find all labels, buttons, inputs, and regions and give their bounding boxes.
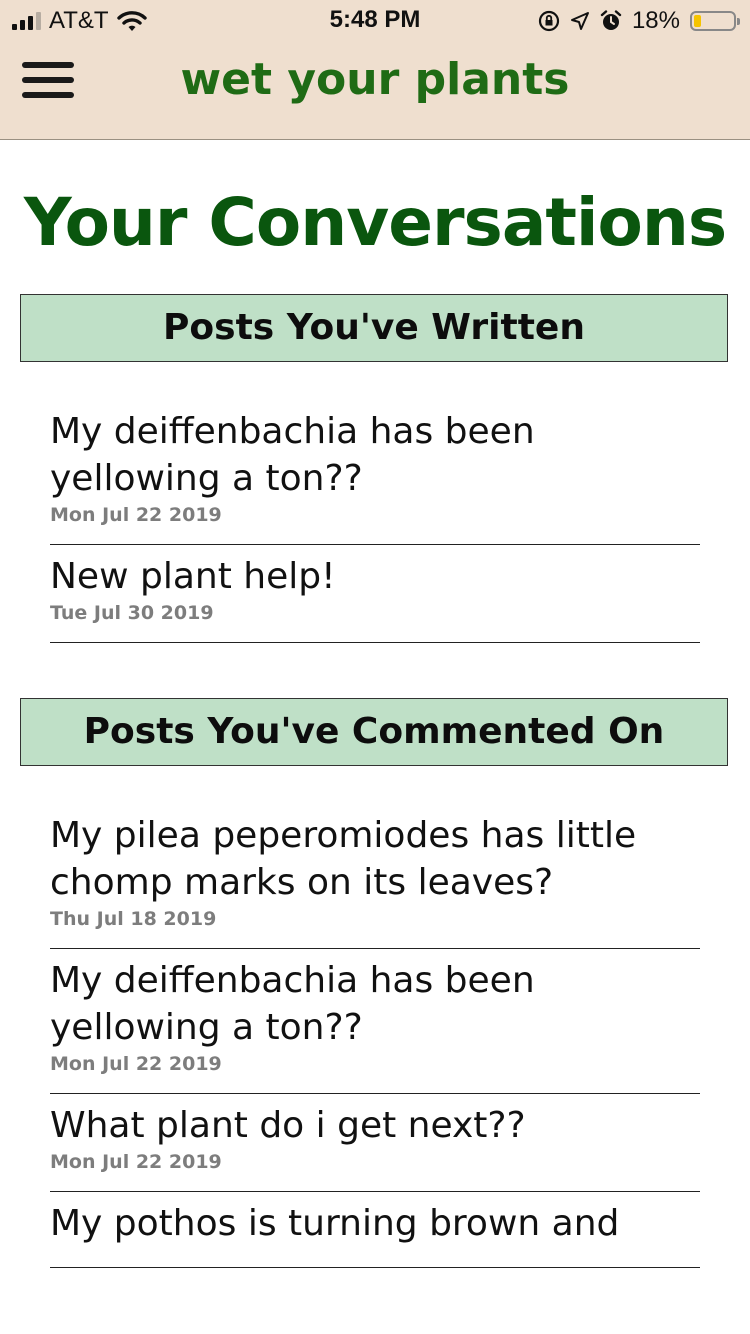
post-item[interactable]: My deiffenbachia has been yellowing a to… xyxy=(50,949,700,1094)
battery-icon xyxy=(690,11,740,31)
location-icon xyxy=(570,12,589,30)
section-header-commented: Posts You've Commented On xyxy=(20,698,728,766)
section-header-written: Posts You've Written xyxy=(20,294,728,362)
post-title: What plant do i get next?? xyxy=(50,1105,526,1146)
battery-level xyxy=(694,15,701,27)
alarm-icon xyxy=(600,10,622,30)
post-item[interactable]: New plant help! Tue Jul 30 2019 xyxy=(50,545,700,643)
orientation-lock-icon xyxy=(538,10,560,32)
post-title: My deiffenbachia has been yellowing a to… xyxy=(50,411,535,499)
page-title: Your Conversations xyxy=(23,184,727,261)
post-title: My pilea peperomiodes has little chomp m… xyxy=(50,815,637,903)
battery-percent: 18% xyxy=(631,7,680,34)
post-item[interactable]: What plant do i get next?? Mon Jul 22 20… xyxy=(50,1094,700,1192)
post-title: My pothos is turning brown and xyxy=(50,1203,620,1244)
post-item[interactable]: My pothos is turning brown and xyxy=(50,1192,700,1268)
post-title: My deiffenbachia has been yellowing a to… xyxy=(50,960,535,1048)
app-header: AT&T 5:48 PM 18% wet your plants xyxy=(0,0,750,140)
post-item[interactable]: My deiffenbachia has been yellowing a to… xyxy=(50,408,700,545)
post-date: Mon Jul 22 2019 xyxy=(50,1053,222,1075)
status-bar: AT&T 5:48 PM 18% xyxy=(0,0,750,40)
app-title: wet your plants xyxy=(180,54,570,105)
post-date: Tue Jul 30 2019 xyxy=(50,602,214,624)
post-date: Mon Jul 22 2019 xyxy=(50,504,222,526)
post-title: New plant help! xyxy=(50,556,336,597)
status-right: 18% xyxy=(538,7,740,35)
post-date: Thu Jul 18 2019 xyxy=(50,908,217,930)
post-item[interactable]: My pilea peperomiodes has little chomp m… xyxy=(50,812,700,949)
post-date: Mon Jul 22 2019 xyxy=(50,1151,222,1173)
written-post-list: My deiffenbachia has been yellowing a to… xyxy=(50,408,700,643)
commented-post-list: My pilea peperomiodes has little chomp m… xyxy=(50,812,700,1268)
